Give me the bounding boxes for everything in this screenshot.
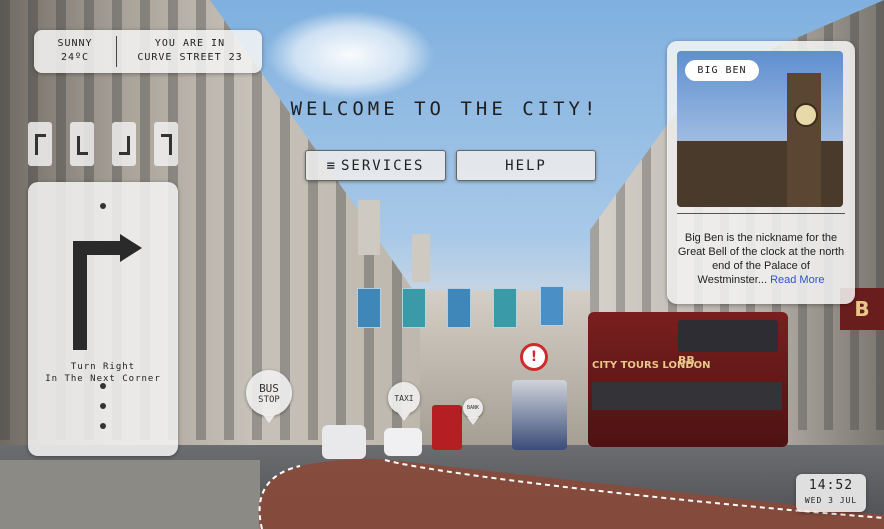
tour-bus: CITY TOURS LONDON BB	[588, 312, 788, 447]
car	[384, 428, 422, 456]
read-more-link[interactable]: Read More	[770, 274, 824, 286]
services-button-label: SERVICES	[341, 157, 425, 174]
divider	[116, 36, 117, 67]
location-address: CURVE STREET 23	[137, 52, 243, 63]
turn-right-arrow-icon	[73, 234, 142, 350]
bank-pin[interactable]: BANK	[463, 398, 483, 425]
warning-sign-icon: !	[520, 343, 548, 371]
car	[322, 425, 366, 459]
clock-time: 14:52	[808, 478, 854, 493]
services-button[interactable]: ≡ SERVICES	[305, 150, 446, 181]
bus-lower-windows	[592, 382, 782, 410]
weather-temperature: 24ºC	[60, 52, 90, 63]
bus-number: BB	[678, 354, 695, 367]
help-button[interactable]: HELP	[456, 150, 596, 181]
nav-dot	[100, 403, 106, 409]
nav-dot	[100, 423, 106, 429]
clock-date: WED 3 JUL	[804, 496, 858, 505]
menu-icon: ≡	[326, 157, 337, 174]
bus-stop-pin[interactable]: BUS STOP	[246, 370, 292, 423]
clock-widget: 14:52 WED 3 JUL	[796, 474, 866, 512]
info-panel: SUNNY 24ºC YOU ARE IN CURVE STREET 23	[34, 30, 262, 73]
location-label: YOU ARE IN	[154, 38, 226, 49]
weather-condition: SUNNY	[57, 38, 93, 49]
landmark-title-badge: BIG BEN	[685, 60, 759, 81]
page-title: WELCOME TO THE CITY!	[290, 98, 600, 120]
corner-bottom-left-icon[interactable]	[70, 122, 94, 166]
landmark-description: Big Ben is the nickname for the Great Be…	[677, 231, 845, 287]
taxi-pin-label: TAXI	[394, 393, 414, 403]
clock-face-icon	[794, 103, 818, 127]
clock-tower	[787, 73, 821, 207]
nav-instruction-line2: In The Next Corner	[45, 374, 161, 384]
bus-blue	[512, 380, 567, 450]
help-button-label: HELP	[505, 157, 547, 174]
bank-pin-label: BANK	[466, 405, 480, 411]
bus-stop-pin-label: BUS	[259, 381, 279, 395]
landmark-card[interactable]: BIG BEN Big Ben is the nickname for the …	[667, 41, 855, 304]
landmark-title: BIG BEN	[697, 65, 747, 76]
nav-instruction-line1: Turn Right	[70, 362, 136, 372]
card-divider	[677, 213, 845, 214]
bus-stop-pin-label: STOP	[258, 394, 280, 405]
navigation-panel: Turn Right In The Next Corner	[28, 182, 178, 456]
corner-bottom-right-icon[interactable]	[112, 122, 136, 166]
bus-upper-windows	[678, 320, 778, 352]
nav-dot	[100, 203, 106, 209]
corner-top-left-icon[interactable]	[28, 122, 52, 166]
taxi-pin[interactable]: TAXI	[388, 382, 420, 421]
corner-top-right-icon[interactable]	[154, 122, 178, 166]
red-bus	[432, 405, 462, 450]
